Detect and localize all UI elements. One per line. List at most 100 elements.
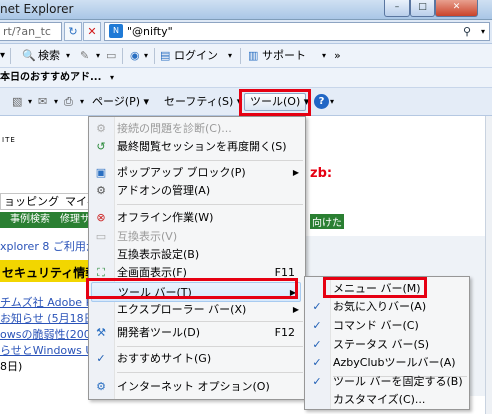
more-icon[interactable]: »: [334, 44, 341, 67]
submenu-item-customize[interactable]: カスタマイズ(C)...: [307, 390, 467, 410]
search-link[interactable]: 検索: [38, 44, 60, 67]
lightbulb-icon[interactable]: ◉: [130, 44, 140, 67]
search-input[interactable]: "@nifty": [127, 25, 173, 38]
menu-item-popup-blocker[interactable]: ▣ ポップアップ ブロック(P) ▶: [91, 163, 303, 183]
chevron-down-icon[interactable]: ▾: [0, 44, 5, 67]
menu-item-label: エクスプローラー バー(X): [117, 303, 247, 316]
submenu-item-status-bar[interactable]: ✓ ステータス バー(S): [307, 335, 467, 355]
menu-item-fullscreen[interactable]: ⛶ 全画面表示(F) F11: [91, 263, 303, 283]
menu-item-label: コマンド バー(C): [333, 319, 419, 332]
feeds-icon[interactable]: ▧: [12, 88, 22, 115]
help-icon[interactable]: ?: [314, 94, 329, 109]
safety-menu-button[interactable]: セーフティ(S) ▾: [164, 88, 242, 115]
toolbars-submenu: メニュー バー(M) ✓ お気に入りバー(A) ✓ コマンド バー(C) ✓ ステータ…: [304, 276, 470, 410]
chevron-down-icon[interactable]: ▾: [322, 44, 326, 67]
title-bar: net Explorer – □ ✕: [0, 0, 492, 20]
mail-icon[interactable]: ✉: [38, 88, 47, 115]
favorite-link[interactable]: 本日のおすすめアド...: [0, 68, 101, 87]
submenu-item-command-bar[interactable]: ✓ コマンド バー(C): [307, 316, 467, 336]
close-button[interactable]: ✕: [435, 0, 478, 17]
divider: [10, 48, 11, 64]
search-icon[interactable]: ⚲: [463, 23, 471, 40]
menu-item-label: AzbyClubツールバー(A): [333, 356, 456, 369]
submenu-item-lock-toolbars[interactable]: ✓ ツール バーを固定する(B): [307, 372, 467, 392]
stop-button[interactable]: ✕: [83, 22, 101, 41]
menu-item-compat-settings[interactable]: 互換表示設定(B): [91, 245, 303, 265]
page-menu-button[interactable]: ページ(P) ▾: [92, 88, 149, 115]
menu-item-label: 最終閲覧セッションを再度開く(S): [117, 140, 287, 153]
note-icon[interactable]: ▭: [106, 44, 116, 67]
minimize-button[interactable]: –: [384, 0, 410, 17]
tools-menu-button[interactable]: ツール(O) ▾: [244, 93, 309, 111]
submenu-arrow-icon: ▶: [292, 168, 299, 177]
content-tabs[interactable]: ョッピング マイペ: [0, 193, 100, 210]
brand-fragment: ITE: [2, 136, 16, 144]
chevron-down-icon[interactable]: ▾: [330, 88, 334, 115]
menu-separator: [117, 372, 303, 373]
window-title: net Explorer: [0, 2, 74, 16]
ie8-link[interactable]: xplorer 8 ご利用か: [0, 238, 97, 254]
pen-icon[interactable]: ✎: [80, 44, 89, 67]
url-input[interactable]: rt/?an_tc: [0, 22, 62, 41]
green-nav: 事例検索 修理サー: [0, 212, 100, 228]
login-link[interactable]: ログイン: [174, 44, 218, 67]
menu-item-dev-tools[interactable]: ⚒ 開発者ツール(D) F12: [91, 323, 303, 343]
check-icon: ✓: [96, 352, 106, 365]
refresh-button[interactable]: ↻: [64, 22, 82, 41]
dev-tools-icon: ⚒: [96, 326, 106, 339]
menu-item-shortcut: F12: [274, 326, 295, 339]
menu-item-label: 互換表示(V): [117, 230, 178, 243]
divider: [122, 48, 123, 64]
menu-item-internet-options[interactable]: ⚙ インターネット オプション(O): [91, 377, 303, 397]
submenu-item-azbyclub-toolbar[interactable]: ✓ AzbyClubツールバー(A): [307, 353, 467, 373]
tab-shopping[interactable]: ョッピング: [4, 195, 59, 208]
search-icon: 🔍: [22, 49, 36, 62]
green-nav-label[interactable]: 事例検索 修理サー: [10, 214, 100, 225]
menu-item-reopen-session[interactable]: ↺ 最終閲覧セッションを再度開く(S): [91, 137, 303, 157]
menu-item-label: 互換表示設定(B): [117, 248, 200, 261]
menu-item-toolbars[interactable]: ツール バー(T) ▶: [91, 282, 301, 302]
check-icon: ✓: [312, 300, 322, 313]
menu-item-addons[interactable]: ⚙ アドオンの管理(A): [91, 181, 303, 201]
search-box[interactable]: N "@nifty" ⚲ ▾: [104, 22, 490, 41]
maximize-button[interactable]: □: [410, 0, 435, 17]
search-dropdown-icon[interactable]: ▾: [481, 23, 485, 40]
menu-item-label: インターネット オプション(O): [117, 380, 270, 393]
refresh-icon: ↻: [68, 25, 78, 38]
tools-menu-label: ツール(O): [250, 95, 301, 108]
chevron-down-icon[interactable]: ▾: [28, 88, 32, 115]
support-link[interactable]: サポート: [262, 44, 306, 67]
menu-item-label: ステータス バー(S): [333, 338, 430, 351]
favorites-bar: 本日のおすすめアド... ▾: [0, 68, 492, 88]
stop-icon: ✕: [87, 25, 97, 38]
menu-item-diagnose[interactable]: ⚙ 接続の問題を診断(C)...: [91, 119, 303, 139]
fullscreen-icon: ⛶: [97, 266, 105, 279]
chevron-down-icon[interactable]: ▾: [54, 88, 58, 115]
submenu-item-favorites-bar[interactable]: ✓ お気に入りバー(A): [307, 297, 467, 317]
news-item[interactable]: らせとWindows U: [0, 342, 93, 358]
chevron-down-icon[interactable]: ▾: [228, 44, 232, 67]
links-toolbar: ▾ 🔍 検索 ▾ ✎ ▾ ▭ ◉ ▾ ▤ ログイン ▾ ▥ サポート ▾ »: [0, 44, 492, 68]
menu-item-explorer-bars[interactable]: エクスプローラー バー(X) ▶: [91, 300, 303, 320]
news-item[interactable]: owsの脆弱性(200: [0, 326, 91, 342]
news-item[interactable]: お知らせ (5月18日: [0, 310, 95, 326]
chevron-down-icon[interactable]: ▾: [66, 44, 70, 67]
diagnose-icon: ⚙: [96, 122, 106, 135]
chevron-down-icon[interactable]: ▾: [80, 88, 84, 115]
menu-item-compat-view[interactable]: ▭ 互換表示(V): [91, 227, 303, 247]
news-item[interactable]: チムズ社 Adobe R: [0, 294, 93, 310]
chevron-down-icon[interactable]: ▾: [96, 44, 100, 67]
chevron-down-icon[interactable]: ▾: [144, 44, 148, 67]
chevron-down-icon[interactable]: ▾: [110, 68, 114, 87]
menu-item-offline[interactable]: ⊗ オフライン作業(W): [91, 208, 303, 228]
check-icon: ✓: [312, 338, 322, 351]
menu-item-shortcut: F11: [274, 266, 295, 279]
menu-item-label: オフライン作業(W): [117, 211, 214, 224]
submenu-item-menu-bar[interactable]: メニュー バー(M): [307, 279, 467, 299]
divider: [154, 48, 155, 64]
popup-icon: ▣: [95, 166, 107, 179]
menu-item-label: カスタマイズ(C)...: [333, 393, 426, 406]
menu-item-suggested-sites[interactable]: ✓ おすすめサイト(G): [91, 349, 303, 369]
vertical-scrollbar[interactable]: [485, 116, 492, 414]
print-icon[interactable]: ⎙: [64, 88, 73, 115]
